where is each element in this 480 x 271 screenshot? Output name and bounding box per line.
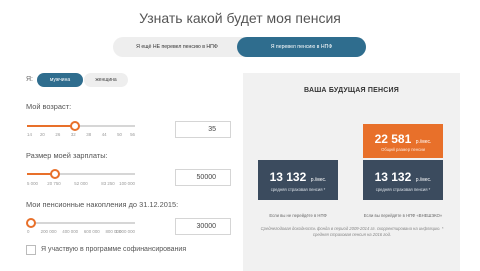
tick-label: 5 000 <box>27 181 38 186</box>
pension-with-npf-box: 13 132 р./мес. средняя страховая пенсия … <box>363 160 443 200</box>
pension-with-npf-caption: средняя страховая пенсия * <box>375 187 431 192</box>
savings-slider[interactable] <box>26 218 135 228</box>
gender-male-button[interactable]: мужчина <box>37 73 83 87</box>
age-slider[interactable] <box>27 121 135 131</box>
savings-ticks: 0 200 000 400 000 600 000 800 000 1 000 000 <box>27 229 135 237</box>
footnote: Среднегодовая доходность фонда в период … <box>260 226 444 237</box>
tick-label: 1 000 000 <box>115 229 135 234</box>
page-title: Узнать какой будет моя пенсия <box>139 10 341 26</box>
age-slider-fill <box>27 125 75 127</box>
npf-total-caption: Общий размер пенсии <box>381 147 425 152</box>
tick-label: 52 000 <box>74 181 88 186</box>
salary-slider[interactable] <box>27 169 135 179</box>
tick-label: 14 <box>27 132 32 137</box>
tick-label: 100 000 <box>119 181 135 186</box>
savings-input[interactable]: 30000 <box>175 218 231 235</box>
tick-label: 38 <box>86 132 92 137</box>
age-input[interactable]: 35 <box>175 121 231 138</box>
tick-label: 20 <box>39 132 45 137</box>
pension-without-npf-caption: средняя страховая пенсия * <box>270 187 326 192</box>
pension-with-npf-amount: 13 132 <box>374 170 412 184</box>
tick-label: 32 <box>70 132 76 137</box>
age-label: Мой возраст: <box>26 102 72 111</box>
savings-slider-handle[interactable] <box>26 218 37 228</box>
tab-not-transferred[interactable]: Я ещё НЕ перевел пенсию в НПФ <box>113 37 241 57</box>
gender-label: Я: <box>26 76 33 83</box>
savings-label: Мои пенсионные накопления до 31.12.2015: <box>26 200 179 209</box>
cofinancing-label: Я участвую в программе софинансирования <box>41 246 187 253</box>
salary-slider-handle[interactable] <box>50 169 61 179</box>
pension-without-npf-unit: р./мес. <box>310 177 327 183</box>
npf-total-amount: 22 581 <box>374 132 412 146</box>
tick-label: 44 <box>101 132 107 137</box>
without-npf-note: Если вы не перейдёте в НПФ <box>269 213 327 218</box>
tick-label: 200 000 <box>40 229 57 234</box>
salary-ticks: 5 000 20 750 52 000 83 250 100 000 <box>27 181 135 189</box>
salary-label: Размер моей зарплаты: <box>26 151 108 160</box>
age-ticks: 14 20 26 32 38 44 50 56 <box>27 132 135 140</box>
npf-total-unit: р./мес. <box>415 139 432 145</box>
tick-label: 400 000 <box>62 229 79 234</box>
age-slider-handle[interactable] <box>69 121 80 131</box>
tab-transferred[interactable]: Я перевел пенсию в НПФ <box>237 37 366 57</box>
tick-label: 600 000 <box>83 229 100 234</box>
tick-label: 20 750 <box>47 181 61 186</box>
pension-with-npf-unit: р./мес. <box>415 177 432 183</box>
salary-input[interactable]: 50000 <box>175 169 231 186</box>
pension-without-npf-amount: 13 132 <box>269 170 307 184</box>
pension-without-npf-box: 13 132 р./мес. средняя страховая пенсия … <box>258 160 338 200</box>
tick-label: 50 <box>117 132 123 137</box>
result-panel: ВАША БУДУЩАЯ ПЕНСИЯ 22 581 р./мес. Общий… <box>243 73 460 271</box>
tick-label: 83 250 <box>101 181 115 186</box>
tick-label: 26 <box>55 132 61 137</box>
npf-total-box: 22 581 р./мес. Общий размер пенсии <box>363 124 443 158</box>
pension-tabs: Я ещё НЕ перевел пенсию в НПФ Я перевел … <box>113 37 366 57</box>
tick-label: 56 <box>130 132 135 137</box>
result-title: ВАША БУДУЩАЯ ПЕНСИЯ <box>304 87 399 94</box>
tick-label: 0 <box>27 229 30 234</box>
cofinancing-checkbox[interactable] <box>26 245 36 255</box>
with-npf-note: Если вы перейдёте в НПФ «ВНЕШЭКО» <box>363 213 443 218</box>
gender-female-button[interactable]: женщина <box>84 73 128 87</box>
